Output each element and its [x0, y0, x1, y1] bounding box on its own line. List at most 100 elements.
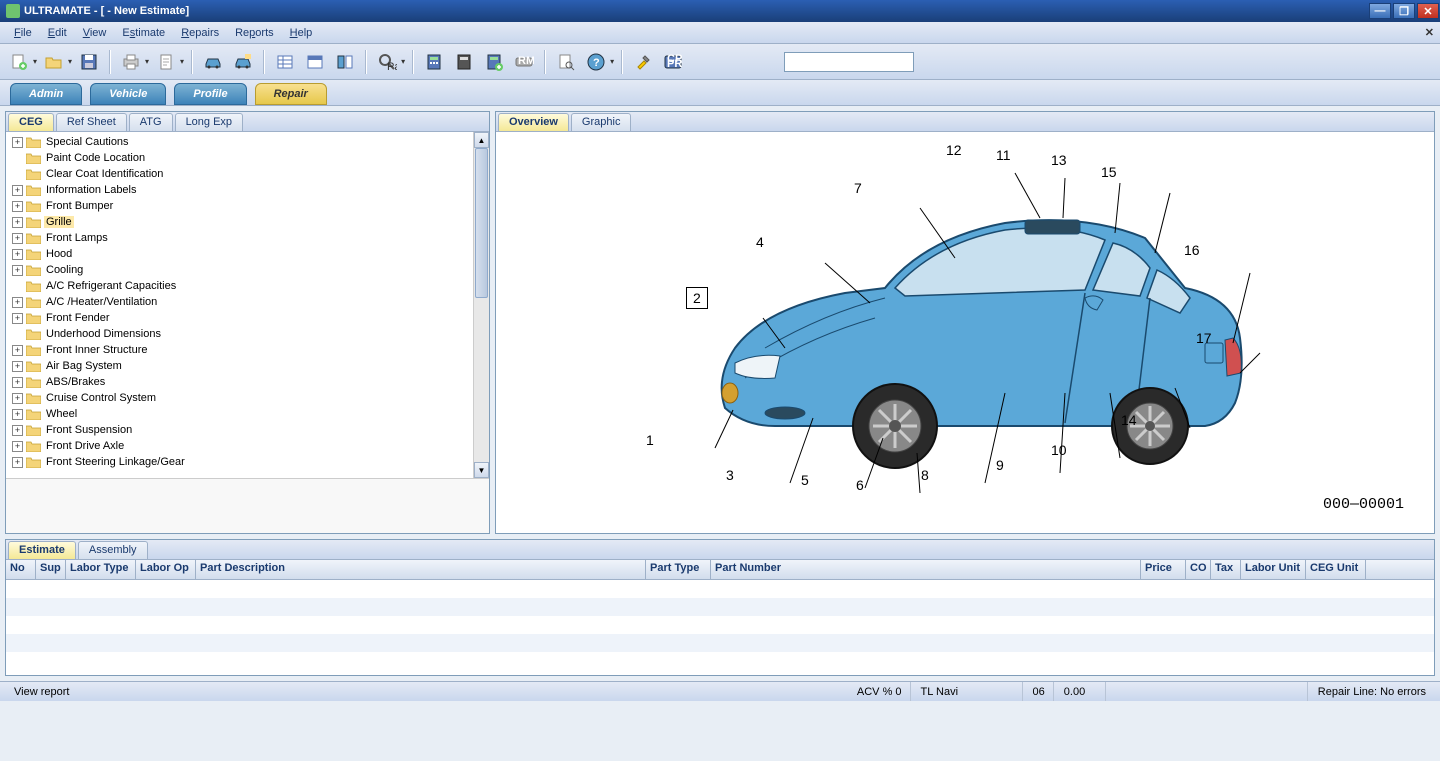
- tree-item[interactable]: Paint Code Location: [8, 150, 487, 166]
- main-tab-profile[interactable]: Profile: [174, 83, 246, 105]
- tree-item[interactable]: +Front Steering Linkage/Gear: [8, 454, 487, 470]
- scroll-down-button[interactable]: ▼: [474, 462, 489, 478]
- doc-search-button[interactable]: [553, 49, 579, 75]
- right-subtab-graphic[interactable]: Graphic: [571, 113, 632, 131]
- tree-item[interactable]: A/C Refrigerant Capacities: [8, 278, 487, 294]
- expand-icon[interactable]: +: [12, 233, 23, 244]
- expand-icon[interactable]: +: [12, 393, 23, 404]
- vehicle-2-button[interactable]: [230, 49, 256, 75]
- table-row[interactable]: [6, 634, 1434, 652]
- main-tab-admin[interactable]: Admin: [10, 83, 82, 105]
- tree-item[interactable]: Clear Coat Identification: [8, 166, 487, 182]
- expand-icon[interactable]: +: [12, 137, 23, 148]
- bottom-subtab-assembly[interactable]: Assembly: [78, 541, 148, 559]
- tree-item[interactable]: +Cooling: [8, 262, 487, 278]
- mdi-close-button[interactable]: ✕: [1425, 26, 1434, 39]
- tree-item[interactable]: +Front Lamps: [8, 230, 487, 246]
- expand-icon[interactable]: +: [12, 265, 23, 276]
- tree-item[interactable]: +Air Bag System: [8, 358, 487, 374]
- tools-button[interactable]: [630, 49, 656, 75]
- expand-icon[interactable]: +: [12, 425, 23, 436]
- right-subtab-overview[interactable]: Overview: [498, 113, 569, 131]
- search-input[interactable]: [784, 52, 914, 72]
- tree-item[interactable]: +A/C /Heater/Ventilation: [8, 294, 487, 310]
- menu-reports[interactable]: Reports: [227, 25, 282, 41]
- tree-item[interactable]: +Front Suspension: [8, 422, 487, 438]
- window-close-button[interactable]: ✕: [1417, 3, 1439, 19]
- open-button[interactable]: ▾: [41, 49, 72, 75]
- maximize-button[interactable]: ❐: [1393, 3, 1415, 19]
- table-row[interactable]: [6, 652, 1434, 670]
- tree-item[interactable]: Underhood Dimensions: [8, 326, 487, 342]
- bottom-subtab-estimate[interactable]: Estimate: [8, 541, 76, 559]
- left-subtab-long-exp[interactable]: Long Exp: [175, 113, 243, 131]
- tree-item[interactable]: +Front Drive Axle: [8, 438, 487, 454]
- expand-icon[interactable]: +: [12, 297, 23, 308]
- column-header[interactable]: Labor Unit: [1241, 560, 1306, 579]
- expand-icon[interactable]: +: [12, 313, 23, 324]
- tree-item[interactable]: +Cruise Control System: [8, 390, 487, 406]
- new-button[interactable]: ▾: [6, 49, 37, 75]
- column-header[interactable]: Part Type: [646, 560, 711, 579]
- tree-scrollbar[interactable]: ▲ ▼: [473, 132, 489, 478]
- tree-item[interactable]: +Hood: [8, 246, 487, 262]
- expand-icon[interactable]: +: [12, 441, 23, 452]
- table-row[interactable]: [6, 616, 1434, 634]
- expand-icon[interactable]: +: [12, 377, 23, 388]
- left-subtab-ref-sheet[interactable]: Ref Sheet: [56, 113, 127, 131]
- calc-3-button[interactable]: [481, 49, 507, 75]
- expand-icon[interactable]: +: [12, 361, 23, 372]
- tree-item[interactable]: +Special Cautions: [8, 134, 487, 150]
- column-header[interactable]: Tax: [1211, 560, 1241, 579]
- scroll-thumb[interactable]: [475, 148, 488, 298]
- expand-icon[interactable]: +: [12, 345, 23, 356]
- grid-3-button[interactable]: [332, 49, 358, 75]
- column-header[interactable]: Part Number: [711, 560, 1141, 579]
- tree-item[interactable]: +Wheel: [8, 406, 487, 422]
- expand-icon[interactable]: +: [12, 249, 23, 260]
- column-header[interactable]: CEG Unit: [1306, 560, 1366, 579]
- tree-item[interactable]: +Front Inner Structure: [8, 342, 487, 358]
- grid-1-button[interactable]: [272, 49, 298, 75]
- expand-icon[interactable]: +: [12, 185, 23, 196]
- column-header[interactable]: Part Description: [196, 560, 646, 579]
- column-header[interactable]: Sup: [36, 560, 66, 579]
- left-subtab-ceg[interactable]: CEG: [8, 113, 54, 131]
- calc-2-button[interactable]: [451, 49, 477, 75]
- help-button[interactable]: ? ▾: [583, 49, 614, 75]
- column-header[interactable]: Price: [1141, 560, 1186, 579]
- expand-icon[interactable]: +: [12, 409, 23, 420]
- menu-edit[interactable]: Edit: [40, 25, 75, 41]
- vehicle-1-button[interactable]: [200, 49, 226, 75]
- tree-item[interactable]: +Grille: [8, 214, 487, 230]
- menu-view[interactable]: View: [75, 25, 115, 41]
- calc-1-button[interactable]: [421, 49, 447, 75]
- scroll-up-button[interactable]: ▲: [474, 132, 489, 148]
- cp-pro-button[interactable]: CPPRO: [660, 49, 686, 75]
- tree-item[interactable]: +ABS/Brakes: [8, 374, 487, 390]
- tree-item[interactable]: +Front Bumper: [8, 198, 487, 214]
- menu-help[interactable]: Help: [282, 25, 321, 41]
- grid-2-button[interactable]: [302, 49, 328, 75]
- menu-estimate[interactable]: Estimate: [114, 25, 173, 41]
- menu-repairs[interactable]: Repairs: [173, 25, 227, 41]
- expand-icon[interactable]: +: [12, 201, 23, 212]
- left-subtab-atg[interactable]: ATG: [129, 113, 173, 131]
- rmc-button[interactable]: RMC: [511, 49, 537, 75]
- column-header[interactable]: CO: [1186, 560, 1211, 579]
- main-tab-vehicle[interactable]: Vehicle: [90, 83, 166, 105]
- minimize-button[interactable]: —: [1369, 3, 1391, 19]
- column-header[interactable]: Labor Op: [136, 560, 196, 579]
- doc-button[interactable]: ▾: [153, 49, 184, 75]
- tree-item[interactable]: +Information Labels: [8, 182, 487, 198]
- column-header[interactable]: Labor Type: [66, 560, 136, 579]
- save-button[interactable]: [76, 49, 102, 75]
- table-row[interactable]: [6, 598, 1434, 616]
- expand-icon[interactable]: +: [12, 217, 23, 228]
- tree-item[interactable]: +Front Fender: [8, 310, 487, 326]
- column-header[interactable]: No: [6, 560, 36, 579]
- menu-file[interactable]: File: [6, 25, 40, 41]
- search-parts-button[interactable]: Parts ▾: [374, 49, 405, 75]
- main-tab-repair[interactable]: Repair: [255, 83, 327, 105]
- print-button[interactable]: ▾: [118, 49, 149, 75]
